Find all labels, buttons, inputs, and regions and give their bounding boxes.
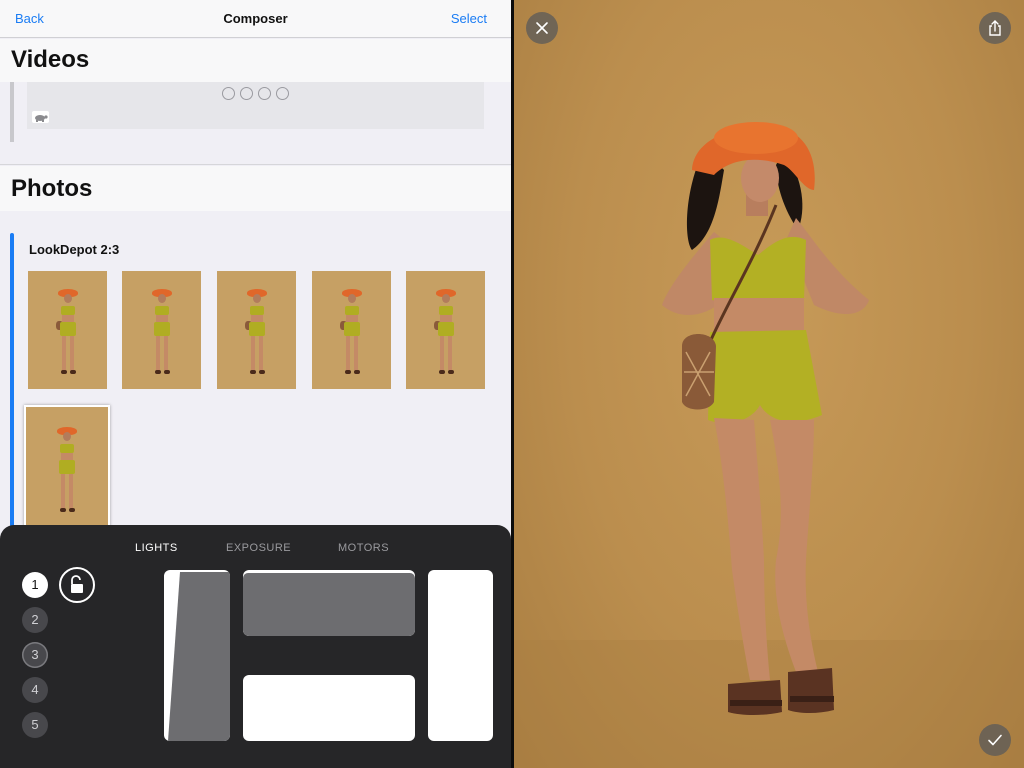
photo-thumbnail[interactable] [122, 271, 201, 389]
photo-thumbnail[interactable] [217, 271, 296, 389]
videos-section-header: Videos [0, 39, 511, 82]
preset-button-2[interactable]: 2 [22, 607, 48, 633]
tab-exposure[interactable]: EXPOSURE [226, 542, 291, 554]
control-panel: LIGHTS EXPOSURE MOTORS 1 2 3 4 5 [0, 525, 511, 768]
preset-button-5[interactable]: 5 [22, 712, 48, 738]
photos-section: LookDepot 2:3 [0, 211, 511, 533]
videos-group-bar [10, 82, 14, 142]
app-window: Back Composer Select Videos Photos LookD… [0, 0, 1024, 768]
loading-dots [222, 87, 289, 100]
close-icon [536, 22, 548, 34]
loading-dot [222, 87, 235, 100]
photo-group-title: LookDepot 2:3 [29, 242, 120, 257]
photos-section-header: Photos [0, 166, 511, 211]
close-viewer-button[interactable] [526, 12, 558, 44]
tab-motors[interactable]: MOTORS [338, 542, 389, 554]
select-button[interactable]: Select [451, 11, 487, 26]
share-icon [989, 20, 1001, 36]
page-title: Composer [223, 11, 288, 26]
photo-viewer [514, 0, 1024, 768]
photos-heading: Photos [11, 175, 93, 202]
unlock-icon [71, 575, 83, 593]
photo-thumbnail[interactable] [312, 271, 391, 389]
photo-thumbnail[interactable] [28, 271, 107, 389]
confirm-button[interactable] [979, 724, 1011, 756]
light-panel-left[interactable] [164, 570, 230, 741]
lock-toggle-button[interactable] [59, 567, 95, 603]
video-card[interactable] [27, 82, 484, 129]
photo-preview [514, 122, 1024, 768]
videos-heading: Videos [11, 46, 90, 73]
composer-pane: Back Composer Select Videos Photos LookD… [0, 0, 511, 768]
loading-dot [240, 87, 253, 100]
light-panel-top[interactable] [243, 570, 415, 636]
navigation-bar: Back Composer Select [0, 0, 511, 38]
preset-button-4[interactable]: 4 [22, 677, 48, 703]
preset-button-3[interactable]: 3 [22, 642, 48, 668]
photo-thumbnail[interactable] [406, 271, 485, 389]
checkmark-icon [988, 734, 1002, 746]
photo-thumbnail-selected[interactable] [24, 405, 110, 531]
loading-dot [258, 87, 271, 100]
photo-group-bar [10, 233, 14, 533]
videos-section [0, 82, 511, 165]
tab-lights[interactable]: LIGHTS [135, 542, 178, 554]
light-panel-bottom[interactable] [243, 675, 415, 741]
turtle-icon [32, 111, 49, 123]
preset-button-1[interactable]: 1 [22, 572, 48, 598]
light-panel-right[interactable] [428, 570, 493, 741]
loading-dot [276, 87, 289, 100]
share-button[interactable] [979, 12, 1011, 44]
